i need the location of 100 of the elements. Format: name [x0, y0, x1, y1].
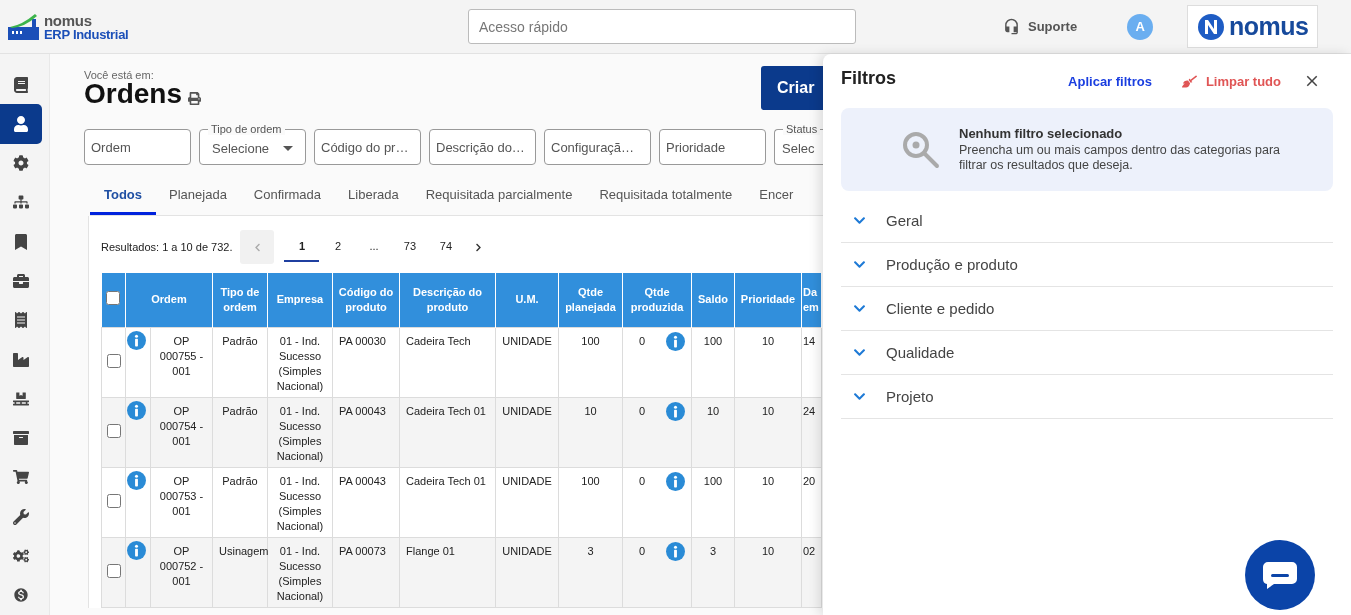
quick-access-field[interactable]: Acesso rápido	[468, 9, 856, 44]
table-cell: 100	[691, 467, 735, 537]
filter-field[interactable]: Descrição do…	[429, 129, 536, 165]
table-cell: PA 00073	[332, 537, 400, 607]
gear-icon	[13, 155, 29, 172]
filter-field[interactable]: Código do pr…	[314, 129, 421, 165]
table-cell: UNIDADE	[495, 327, 559, 397]
chevron-icon	[853, 258, 866, 271]
page-button[interactable]: ...	[356, 232, 392, 262]
info-icon[interactable]	[666, 331, 685, 351]
select-value: Selec	[782, 141, 815, 156]
notice-title: Nenhum filtro selecionado	[959, 126, 1124, 141]
table-cell: OP 000755 - 001	[150, 327, 213, 397]
table-cell: Padrão	[212, 397, 268, 467]
info-icon[interactable]	[666, 471, 685, 491]
table-cell: 100	[558, 327, 623, 397]
sidebar-item[interactable]	[0, 104, 42, 144]
column-header: Ordem	[125, 273, 213, 327]
page-button[interactable]: 74	[428, 232, 464, 262]
field-label: Status	[783, 123, 821, 135]
chevron-icon	[853, 346, 866, 359]
logo-subtitle: ERP Industrial	[44, 27, 129, 41]
printer-icon[interactable]	[188, 92, 202, 105]
row-checkbox[interactable]	[106, 424, 121, 438]
status-tab[interactable]: Liberada	[334, 178, 413, 215]
filter-category[interactable]: Projeto	[841, 375, 1333, 419]
clear-all-button[interactable]: Limpar tudo	[1181, 73, 1281, 89]
filter-category[interactable]: Qualidade	[841, 331, 1333, 375]
dollar-icon	[13, 587, 29, 604]
apply-filters-link[interactable]: Aplicar filtros	[1068, 73, 1152, 89]
page-button[interactable]: 1	[284, 232, 320, 262]
filter-category[interactable]: Geral	[841, 199, 1333, 243]
hierarchy-icon	[13, 194, 29, 211]
table-cell: 100	[558, 467, 623, 537]
select-all-checkbox[interactable]	[106, 290, 121, 305]
wrench-icon	[13, 508, 29, 525]
table-cell: 3	[558, 537, 623, 607]
row-checkbox[interactable]	[106, 494, 121, 508]
row-checkbox[interactable]	[106, 564, 121, 578]
table-cell-text: 0	[639, 543, 646, 559]
chart-building-icon	[8, 13, 39, 40]
table-cell: 01 - Ind. Sucesso (Simples Nacional)	[267, 397, 333, 467]
table-cell: UNIDADE	[495, 467, 559, 537]
table-cell: Padrão	[212, 467, 268, 537]
person-icon	[13, 115, 29, 132]
info-icon[interactable]	[127, 330, 146, 350]
chevron-icon	[853, 214, 866, 227]
column-header: Empresa	[267, 273, 333, 327]
select-value: Selecione	[212, 141, 270, 156]
page-button[interactable]: 73	[392, 232, 428, 262]
table-cell: OP 000754 - 001	[150, 397, 213, 467]
info-icon[interactable]	[127, 470, 146, 490]
table-cell: 24	[801, 397, 822, 467]
cart-icon	[13, 469, 29, 486]
table-cell: 02	[801, 537, 822, 607]
column-header: Tipo de ordem	[212, 273, 268, 327]
status-tab[interactable]: Confirmada	[239, 178, 336, 215]
table-cell: Cadeira Tech 01	[399, 397, 496, 467]
chevron-icon	[853, 302, 866, 315]
gears-icon	[13, 548, 29, 564]
table-cell: PA 00043	[332, 397, 400, 467]
info-icon[interactable]	[666, 401, 685, 421]
table-cell: 10	[558, 397, 623, 467]
column-header: Da em	[801, 273, 822, 327]
chevron-icon	[853, 390, 866, 403]
filter-category[interactable]: Produção e produto	[841, 243, 1333, 287]
info-icon[interactable]	[127, 400, 146, 420]
panel-title: Filtros	[841, 67, 897, 89]
table-cell: UNIDADE	[495, 537, 559, 607]
headset-icon	[1003, 18, 1020, 35]
column-header: Código do produto	[332, 273, 400, 327]
column-header: Qtde planejada	[558, 273, 623, 327]
table-cell: 01 - Ind. Sucesso (Simples Nacional)	[267, 537, 333, 607]
filter-field[interactable]: Configuraçã…	[544, 129, 651, 165]
status-tab[interactable]: Requisitada parcialmente	[411, 178, 587, 215]
status-tab[interactable]: Requisitada totalmente	[585, 178, 747, 215]
create-button[interactable]: Criar	[761, 66, 823, 110]
table-cell: Usinagem	[212, 537, 268, 607]
results-count: Resultados: 1 a 10 de 732.	[101, 241, 233, 253]
table-cell: Flange 01	[399, 537, 496, 607]
info-icon[interactable]	[666, 541, 685, 561]
notice-text: Preencha um ou mais campos dentro das categorias para filtrar os resultados que deseja.	[959, 143, 1281, 173]
bookmark-icon	[13, 233, 29, 250]
column-header: Qtde produzida	[622, 273, 692, 327]
row-checkbox[interactable]	[106, 354, 121, 368]
filter-field[interactable]: Ordem	[84, 129, 191, 165]
page-button[interactable]: 2	[320, 232, 356, 262]
status-tab[interactable]: Encer	[745, 178, 794, 215]
table-cell: Cadeira Tech	[399, 327, 496, 397]
breadcrumb-label: Você está em:	[84, 69, 155, 81]
status-tab[interactable]: Planejada	[155, 178, 241, 215]
table-cell: OP 000753 - 001	[150, 467, 213, 537]
filter-field[interactable]: Prioridade	[659, 129, 766, 165]
support-button[interactable]: Suporte	[1003, 18, 1078, 35]
table-cell: 10	[691, 397, 735, 467]
field-label: Tipo de ordem	[208, 123, 285, 135]
table-cell: PA 00030	[332, 327, 400, 397]
info-icon[interactable]	[127, 540, 146, 560]
filter-category[interactable]: Cliente e pedido	[841, 287, 1333, 331]
logo-wordmark: nomus	[44, 12, 93, 28]
